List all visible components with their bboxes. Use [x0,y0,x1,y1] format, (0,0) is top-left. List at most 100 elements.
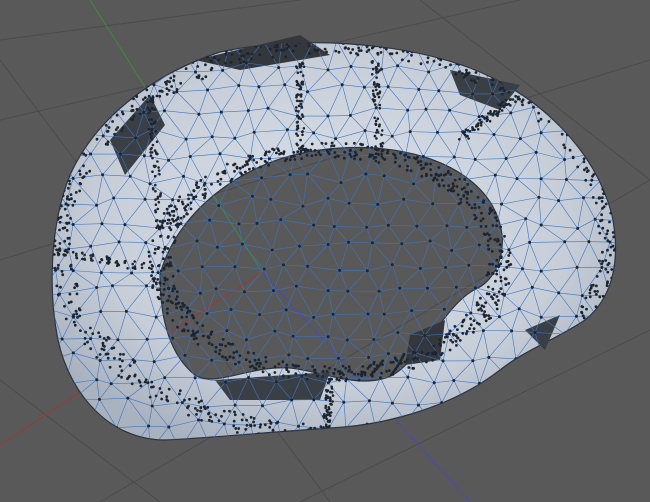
mesh-vertex [206,88,209,92]
mesh-vertex [486,118,490,121]
mesh-vertex [204,63,207,67]
mesh-vertex [68,182,72,186]
mesh-vertex [588,152,592,156]
mesh-edge [302,205,314,226]
mesh-vertex [430,23,433,26]
mesh-edge [634,181,650,198]
mesh-vertex [69,166,73,170]
mesh-edge [244,25,277,27]
mesh-vertex [49,238,52,241]
mesh-vertex [79,329,82,332]
mesh-edge [590,153,609,156]
mesh-vertex [120,369,124,373]
mesh-edge [518,0,528,27]
mesh-vertex [71,130,75,134]
mesh-vertex [309,148,312,152]
mesh-vertex [291,49,295,53]
mesh-vertex [472,398,476,402]
mesh-vertex [495,219,499,223]
mesh-vertex [344,366,348,370]
3d-viewport[interactable] [0,0,650,502]
mesh-edge [587,338,612,340]
mesh-vertex [147,254,151,258]
mesh-edge [343,490,357,502]
mesh-vertex [69,217,72,220]
mesh-vertex [310,154,314,158]
mesh-vertex [283,159,287,163]
mesh-edge [567,42,580,67]
mesh-vertex [152,279,156,283]
mesh-vertex [644,132,647,135]
mesh-vertex [438,495,441,498]
mesh-vertex [370,146,374,149]
mesh-edge [483,449,491,469]
mesh-edge [634,49,650,70]
mesh-vertex [284,489,287,492]
mesh-vertex [50,489,53,492]
mesh-vertex [568,122,572,126]
mesh-vertex [323,435,326,438]
mesh-vertex [55,179,58,182]
mesh-vertex [158,387,162,390]
mesh-vertex [505,402,509,405]
mesh-edge [503,62,531,68]
mesh-vertex [374,65,378,69]
mesh-vertex [237,84,241,87]
mesh-vertex [252,351,256,355]
mesh-vertex [192,316,196,320]
mesh-edge [611,336,616,340]
mesh-vertex [185,306,189,310]
mesh-edge [202,42,225,44]
mesh-vertex [431,427,435,430]
mesh-vertex [612,235,616,239]
mesh-vertex [333,155,337,159]
mesh-vertex [581,314,585,318]
mesh-vertex [557,199,561,203]
mesh-edge [374,42,385,48]
mesh-vertex [177,199,180,203]
mesh-vertex [50,0,53,2]
mesh-edge [51,474,70,490]
mesh-edge [292,336,309,359]
mesh-vertex [233,403,237,407]
mesh-vertex [251,167,255,170]
mesh-edge [271,219,282,251]
mesh-vertex [232,356,235,360]
mesh-edge [206,288,217,314]
mesh-vertex [196,342,200,346]
mesh-vertex [299,102,303,106]
mesh-vertex [416,155,419,159]
viewport-canvas[interactable] [0,0,650,502]
mesh-vertex [326,441,329,444]
mesh-vertex [151,143,155,147]
mesh-edge [34,21,48,40]
mesh-vertex [593,217,597,221]
mesh-vertex [622,247,625,250]
mesh-edge [586,0,598,22]
mesh-vertex [254,367,258,371]
mesh-vertex [206,335,210,339]
mesh-vertex [66,186,70,190]
mesh-vertex [208,218,212,222]
mesh-edge [234,266,245,292]
mesh-edge [253,473,266,487]
mesh-vertex [303,25,306,28]
mesh-vertex [508,466,511,469]
mesh-vertex [91,332,95,335]
mesh-vertex [574,353,578,357]
mesh-vertex [330,144,333,148]
mesh-vertex [165,207,169,211]
mesh-vertex [194,70,197,74]
mesh-vertex [586,338,590,341]
mesh-vertex [507,263,511,267]
mesh-edge [265,487,268,502]
mesh-edge [51,0,67,24]
mesh-vertex [161,219,165,222]
mesh-edge [392,243,403,265]
mesh-edge [17,242,30,271]
mesh-edge [528,422,565,427]
mesh-vertex [70,197,73,201]
mesh-vertex [84,133,87,136]
ring-mesh[interactable] [0,0,650,502]
mesh-vertex [297,104,301,108]
